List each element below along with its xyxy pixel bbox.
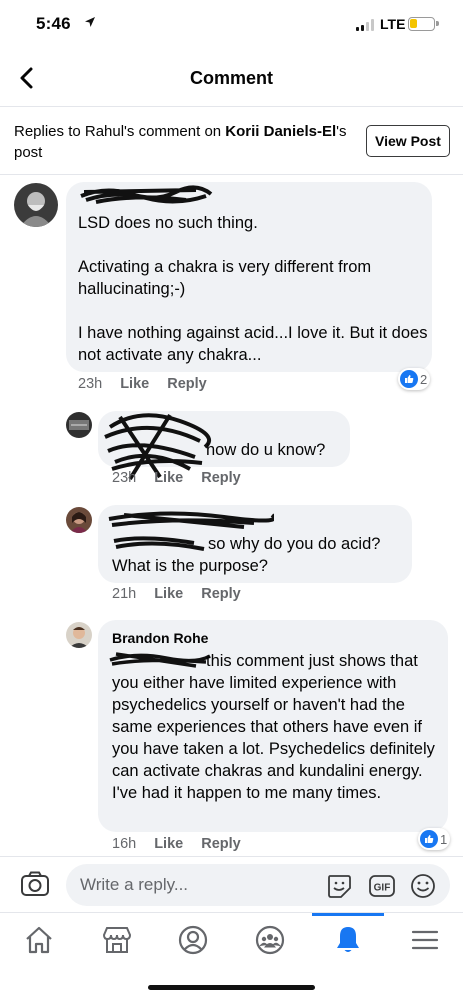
reaction-count[interactable]: 1 — [418, 828, 451, 850]
comment-text: how do u know? — [206, 441, 326, 459]
reaction-count[interactable]: 2 — [398, 368, 431, 390]
avatar[interactable] — [66, 507, 92, 533]
post-owner-link[interactable]: Korii Daniels-El — [225, 123, 336, 140]
camera-icon[interactable] — [20, 871, 50, 897]
marketplace-icon[interactable] — [100, 923, 134, 957]
home-indicator — [148, 985, 315, 990]
reply-button[interactable]: Reply — [201, 586, 241, 602]
reply-placeholder: Write a reply... — [80, 875, 189, 894]
thumbs-up-icon — [400, 370, 418, 388]
comment-meta: 23h Like Reply — [78, 376, 225, 392]
comment-bubble: Brandon Rohe this comment just shows tha… — [98, 620, 448, 832]
reply-button[interactable]: Reply — [167, 376, 207, 392]
redacted-name-scribble — [80, 185, 213, 204]
reply-composer: Write a reply... GIF — [0, 856, 463, 912]
comment-time: 23h — [78, 376, 103, 392]
gif-icon[interactable]: GIF — [368, 873, 396, 899]
status-bar: 5:46 LTE — [0, 0, 463, 50]
comment-text: so why do you do acid? What is the purpo… — [112, 535, 381, 575]
thumbs-up-icon — [420, 830, 438, 848]
like-button[interactable]: Like — [154, 470, 183, 486]
reply-input[interactable]: Write a reply... GIF — [66, 864, 450, 906]
status-time: 5:46 — [36, 14, 71, 33]
avatar[interactable] — [14, 183, 58, 227]
active-tab-indicator — [312, 913, 384, 916]
comment-bubble: how do u know? — [98, 411, 350, 481]
avatar[interactable] — [66, 622, 92, 648]
notifications-bell-icon[interactable] — [331, 923, 365, 957]
divider — [0, 106, 463, 107]
comment-time: 21h — [112, 586, 137, 602]
navigation-bar: Comment — [0, 54, 463, 104]
replies-header: Replies to Rahul's comment on Korii Dani… — [0, 108, 463, 174]
comment-time: 16h — [112, 836, 137, 852]
commenter-name[interactable]: Brandon Rohe — [112, 630, 208, 646]
groups-icon[interactable] — [253, 923, 287, 957]
like-button[interactable]: Like — [120, 376, 149, 392]
comment-meta: 23h Like Reply — [112, 470, 259, 486]
view-post-button[interactable]: View Post — [366, 125, 450, 157]
svg-text:GIF: GIF — [374, 883, 391, 894]
comment-bubble: so why do you do acid? What is the purpo… — [98, 505, 412, 583]
comment-text: LSD does no such thing. Activating a cha… — [78, 214, 428, 364]
page-title: Comment — [189, 68, 273, 88]
location-arrow-icon — [85, 17, 95, 27]
battery-icon — [408, 17, 439, 31]
divider — [0, 174, 463, 175]
comment-time: 23h — [112, 470, 137, 486]
reply-button[interactable]: Reply — [201, 470, 241, 486]
signal-icon — [356, 19, 374, 31]
like-button[interactable]: Like — [154, 836, 183, 852]
emoji-icon[interactable] — [410, 873, 436, 899]
home-icon[interactable] — [22, 923, 56, 957]
avatar[interactable] — [66, 412, 92, 438]
reply-button[interactable]: Reply — [201, 836, 241, 852]
profile-icon[interactable] — [176, 923, 210, 957]
comment-bubble: LSD does no such thing. Activating a cha… — [66, 182, 432, 372]
like-button[interactable]: Like — [154, 586, 183, 602]
network-label: LTE — [380, 16, 406, 32]
comment-text: this comment just shows that you either … — [112, 652, 435, 802]
comment-meta: 16h Like Reply — [112, 836, 259, 852]
sticker-icon[interactable] — [326, 873, 352, 899]
replies-context: Replies to Rahul's comment on Korii Dani… — [14, 123, 347, 161]
menu-icon[interactable] — [408, 923, 442, 957]
comment-meta: 21h Like Reply — [112, 586, 259, 602]
